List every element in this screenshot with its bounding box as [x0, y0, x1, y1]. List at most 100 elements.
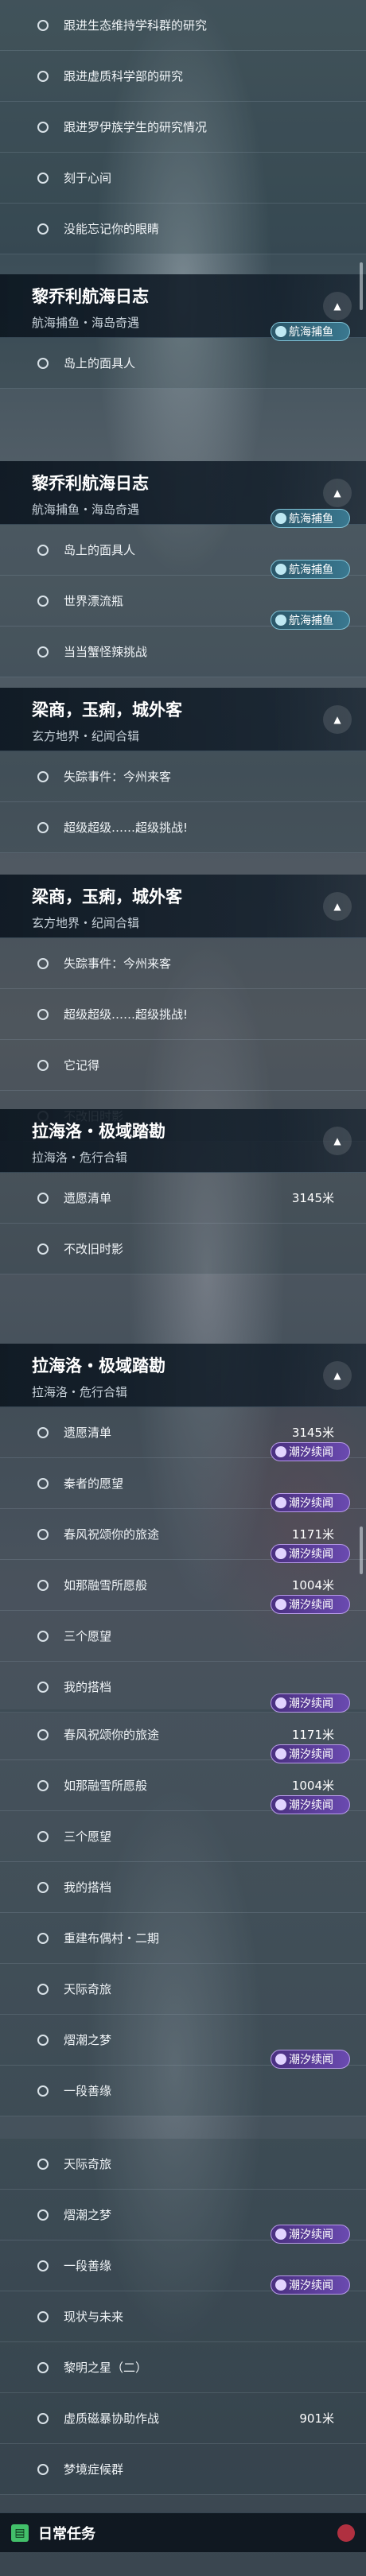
- quest-status-circle-icon: [37, 1243, 49, 1255]
- quest-status-circle-icon: [37, 1682, 49, 1693]
- collapse-caret-icon[interactable]: ▲: [323, 892, 352, 921]
- daily-tasks-label: 日常任务: [38, 2525, 95, 2543]
- quest-title: 秦者的愿望: [64, 1476, 124, 1491]
- scrollbar[interactable]: [360, 262, 363, 310]
- quest-category-tag: 潮汐续闻: [271, 2050, 350, 2069]
- quest-row[interactable]: 虚质磁暴协助作战 901米: [0, 2393, 366, 2444]
- quest-row[interactable]: 跟进虚质科学部的研究: [0, 51, 366, 102]
- quest-row[interactable]: 超级超级……超级挑战!: [0, 802, 366, 853]
- quest-title: 一段善缘: [64, 2259, 112, 2273]
- quest-title: 岛上的面具人: [64, 543, 136, 557]
- quest-group: 梁商，玉痢，城外客 玄方地界・纪闻合辑 ▲ 失踪事件：今州来客 超级超级……超级挑战! 它…: [0, 875, 366, 1142]
- quest-group: 跟进生态维持学科群的研究跟进虚质科学部的研究跟进罗伊族学生的研究情况 刻于心间没能…: [0, 0, 366, 254]
- quest-category-tag: 航海捕鱼: [271, 322, 350, 341]
- quest-group-header[interactable]: 拉海洛・极域踏勘 拉海洛・危行合辑 ▲: [0, 1344, 366, 1407]
- quest-row[interactable]: 跟进罗伊族学生的研究情况: [0, 102, 366, 153]
- quest-row[interactable]: 三个愿望 潮汐续闻: [0, 1595, 366, 1662]
- quest-status-circle-icon: [37, 20, 49, 31]
- quest-group-header[interactable]: 梁商，玉痢，城外客玄方地界・纪闻合辑 ▲: [0, 688, 366, 751]
- quest-row[interactable]: 我的搭档: [0, 1862, 366, 1913]
- quest-status-circle-icon: [37, 1478, 49, 1489]
- quest-status-circle-icon: [37, 1193, 49, 1204]
- quest-status-circle-icon: [37, 1831, 49, 1842]
- quest-category-tag: 潮汐续闻: [271, 1442, 350, 1461]
- quest-row[interactable]: 它记得: [0, 1040, 366, 1091]
- collapse-caret-icon[interactable]: ▲: [323, 479, 352, 507]
- quest-row[interactable]: 黎明之星（二）: [0, 2342, 366, 2393]
- quest-title: 黎明之星（二）: [64, 2361, 148, 2375]
- quest-group-title: 黎乔利航海日志: [32, 474, 149, 493]
- collapse-caret-icon[interactable]: ▲: [323, 705, 352, 734]
- quest-group-subtitle: 玄方地界・纪闻合辑: [32, 916, 140, 930]
- scrollbar[interactable]: [360, 1527, 363, 1574]
- quest-category-tag: 潮汐续闻: [271, 1693, 350, 1713]
- quest-row[interactable]: 跟进生态维持学科群的研究: [0, 0, 366, 51]
- quest-status-circle-icon: [37, 596, 49, 607]
- quest-title: 遗愿清单: [64, 1191, 112, 1205]
- quest-category-tag: 潮汐续闻: [271, 2225, 350, 2244]
- quest-status-circle-icon: [37, 122, 49, 133]
- quest-row[interactable]: 现状与未来 潮汐续闻: [0, 2275, 366, 2342]
- quest-group: 拉海洛・极域踏勘 拉海洛・危行合辑 ▲ 遗愿清单 3145米 不改旧时影: [0, 1109, 366, 1274]
- quest-row[interactable]: 刻于心间: [0, 153, 366, 204]
- quest-title: 梦境症候群: [64, 2462, 124, 2477]
- quest-distance: 1004米: [291, 1578, 334, 1593]
- quest-row[interactable]: 遗愿清单 3145米: [0, 1173, 366, 1224]
- quest-group-header[interactable]: 拉海洛・极域踏勘 拉海洛・危行合辑 ▲: [0, 1109, 366, 1173]
- quest-group-subtitle: 拉海洛・危行合辑: [32, 1150, 128, 1165]
- quest-row[interactable]: 失踪事件：今州来客: [0, 751, 366, 802]
- quest-title: 跟进生态维持学科群的研究: [64, 18, 208, 33]
- quest-row[interactable]: 岛上的面具人 航海捕鱼: [0, 322, 366, 389]
- quest-row[interactable]: 失踪事件：今州来客: [0, 938, 366, 989]
- quest-status-circle-icon: [37, 223, 49, 235]
- quest-row[interactable]: 梦境症候群: [0, 2444, 366, 2495]
- quest-row[interactable]: 天际奇旅: [0, 1964, 366, 2015]
- quest-distance: 1171米: [291, 1527, 334, 1542]
- quest-group-title: 梁商，玉痢，城外客: [32, 700, 182, 720]
- quest-row[interactable]: 一段善缘 潮汐续闻: [0, 2050, 366, 2116]
- quest-title: 天际奇旅: [64, 2157, 112, 2171]
- quest-group-title: 黎乔利航海日志: [32, 287, 149, 306]
- quest-row[interactable]: 三个愿望 潮汐续闻: [0, 1795, 366, 1862]
- quest-row[interactable]: 天际奇旅: [0, 2139, 366, 2190]
- quest-title: 春风祝颂你的旅途: [64, 1527, 160, 1542]
- quest-title: 三个愿望: [64, 1629, 112, 1643]
- quest-status-circle-icon: [37, 1427, 49, 1438]
- quest-title: 没能忘记你的眼睛: [64, 222, 160, 236]
- quest-group: 黎乔利航海日志 航海捕鱼・海岛奇遇 ▲ 岛上的面具人 航海捕鱼: [0, 274, 366, 389]
- quest-title: 熠潮之梦: [64, 2033, 112, 2047]
- quest-distance: 3145米: [291, 1426, 334, 1440]
- quest-group-header[interactable]: 梁商，玉痢，城外客 玄方地界・纪闻合辑 ▲: [0, 875, 366, 938]
- quest-status-circle-icon: [37, 2464, 49, 2475]
- collapse-caret-icon[interactable]: ▲: [323, 292, 352, 320]
- quest-title: 刻于心间: [64, 171, 112, 185]
- quest-category-tag: 潮汐续闻: [271, 1493, 350, 1512]
- quest-distance: 1004米: [291, 1779, 334, 1793]
- quest-group-title: 拉海洛・极域踏勘: [32, 1356, 165, 1375]
- quest-title: 三个愿望: [64, 1829, 112, 1844]
- quest-status-circle-icon: [37, 358, 49, 369]
- quest-status-circle-icon: [37, 71, 49, 82]
- quest-group-subtitle: 玄方地界・纪闻合辑: [32, 729, 140, 743]
- collapse-caret-icon[interactable]: ▲: [323, 1127, 352, 1155]
- quest-title: 我的搭档: [64, 1680, 112, 1694]
- quest-row[interactable]: 不改旧时影: [0, 1224, 366, 1274]
- quest-row[interactable]: 没能忘记你的眼睛: [0, 204, 366, 254]
- quest-title: 虚质磁暴协助作战: [64, 2411, 160, 2426]
- quest-status-circle-icon: [37, 1729, 49, 1740]
- quest-title: 它记得: [64, 1058, 100, 1073]
- quest-row[interactable]: 超级超级……超级挑战!: [0, 989, 366, 1040]
- quest-title: 跟进罗伊族学生的研究情况: [64, 120, 208, 134]
- collapse-caret-icon[interactable]: ▲: [323, 1361, 352, 1390]
- quest-distance: 901米: [299, 2411, 334, 2426]
- quest-status-circle-icon: [37, 1631, 49, 1642]
- quest-row[interactable]: 当当蟹怪辣挑战 航海捕鱼: [0, 611, 366, 677]
- daily-tasks-bar[interactable]: ▤ 日常任务: [0, 2512, 366, 2552]
- quest-row[interactable]: 重建布偶村・二期: [0, 1913, 366, 1964]
- quest-status-circle-icon: [37, 1933, 49, 1944]
- quest-title: 天际奇旅: [64, 1982, 112, 1996]
- quest-category-tag: 潮汐续闻: [271, 1795, 350, 1814]
- quest-status-circle-icon: [37, 2413, 49, 2424]
- quest-category-tag: 航海捕鱼: [271, 509, 350, 528]
- quest-status-circle-icon: [37, 1529, 49, 1540]
